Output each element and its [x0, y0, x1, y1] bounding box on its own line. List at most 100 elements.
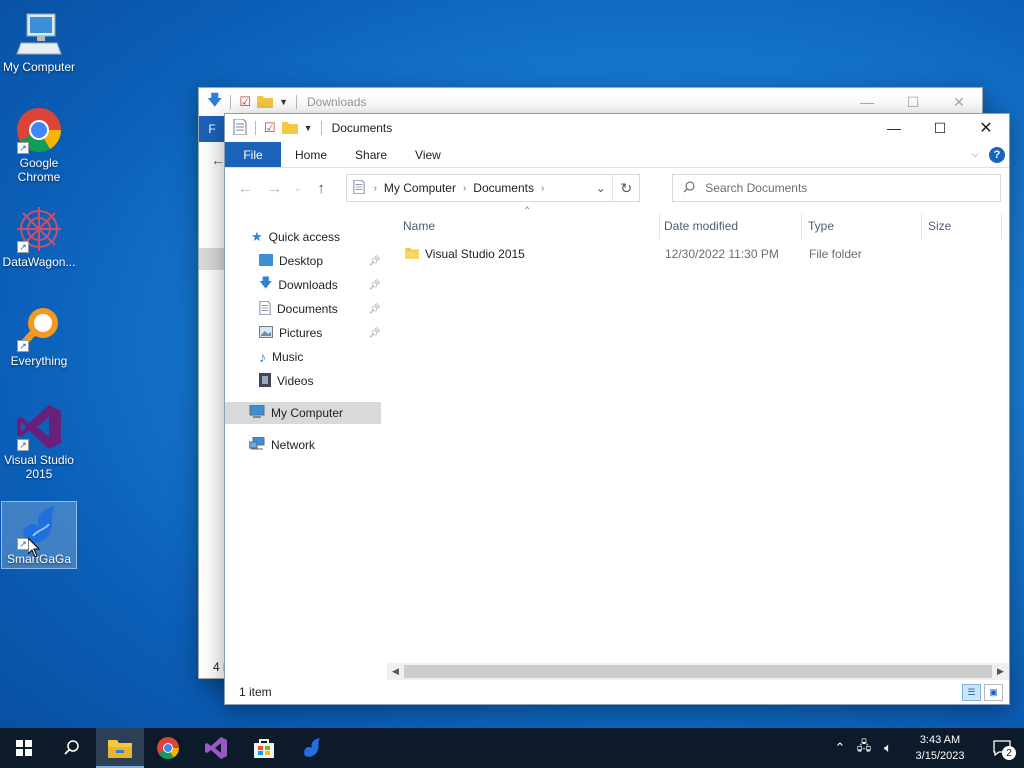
file-tab-fragment[interactable]: F	[199, 116, 225, 142]
file-name: Visual Studio 2015	[425, 247, 525, 261]
desktop-icon-my-computer[interactable]: My Computer	[1, 10, 77, 74]
column-divider[interactable]	[801, 213, 802, 239]
scroll-left-icon[interactable]: ◀	[387, 666, 404, 677]
scrollbar-thumb[interactable]	[404, 665, 992, 678]
tab-file[interactable]: File	[225, 142, 281, 167]
new-folder-icon[interactable]	[281, 120, 298, 137]
search-button[interactable]	[48, 728, 96, 768]
navigation-bar: ← → ⌄ ↑ › My Computer › Documents › ⌄ ↻	[225, 168, 1009, 208]
search-icon	[683, 180, 695, 196]
refresh-icon[interactable]: ↻	[613, 180, 639, 197]
properties-icon[interactable]: ☑	[264, 120, 276, 136]
back-button[interactable]: ←	[233, 176, 258, 200]
taskbar-store[interactable]	[240, 728, 288, 768]
recent-locations-button[interactable]: ⌄	[291, 176, 304, 200]
chrome-icon	[157, 737, 179, 759]
volume-icon[interactable]: 🔈︎	[876, 740, 900, 756]
nav-desktop[interactable]: Desktop 📌︎	[259, 250, 381, 272]
desktop-icon-google-chrome[interactable]: ↗ Google Chrome	[1, 106, 77, 184]
pin-icon[interactable]: 📌︎	[368, 328, 381, 339]
customize-dropdown-icon[interactable]: ▼	[279, 97, 288, 107]
maximize-button[interactable]: ☐	[917, 114, 963, 142]
pin-icon[interactable]: 📌︎	[368, 280, 381, 291]
chevron-up-icon[interactable]: ⌃	[828, 740, 852, 756]
desktop-icon-everything[interactable]: ↗ Everything	[1, 304, 77, 368]
clock-date: 3/15/2023	[915, 750, 965, 762]
search-box[interactable]	[672, 174, 1001, 202]
address-bar[interactable]: › My Computer › Documents › ⌄ ↻	[345, 174, 641, 202]
expand-ribbon-icon[interactable]: ⌵	[971, 149, 979, 160]
search-input[interactable]	[705, 181, 996, 195]
taskbar-visual-studio[interactable]	[192, 728, 240, 768]
details-view-icon[interactable]: ☰	[962, 683, 981, 701]
chevron-right-icon[interactable]: ›	[371, 183, 380, 194]
titlebar[interactable]: ☑ ▼ Documents — ☐ ✕	[225, 114, 1009, 142]
chevron-right-icon[interactable]: ›	[460, 183, 469, 194]
nav-quick-access[interactable]: ★ Quick access	[251, 226, 381, 248]
start-button[interactable]	[0, 728, 48, 768]
column-divider[interactable]	[1001, 213, 1002, 239]
customize-dropdown-icon[interactable]: ▼	[304, 123, 313, 133]
titlebar[interactable]: 🡇 ☑ ▼ Downloads — ☐ ✕	[199, 88, 982, 116]
nav-music[interactable]: ♪ Music	[259, 346, 381, 368]
shortcut-arrow-icon: ↗	[17, 241, 29, 253]
column-header-date-modified[interactable]: Date modified	[664, 213, 799, 239]
windows-icon	[16, 740, 32, 756]
pin-icon[interactable]: 📌︎	[368, 304, 381, 315]
breadcrumb-documents[interactable]: Documents	[469, 181, 538, 195]
clock[interactable]: 3:43 AM 3/15/2023	[900, 732, 980, 764]
tab-home[interactable]: Home	[281, 142, 341, 167]
close-button[interactable]: ✕	[936, 88, 982, 116]
back-arrow-icon[interactable]: ←	[211, 152, 225, 168]
shortcut-arrow-icon: ↗	[17, 142, 29, 154]
music-icon: ♪	[259, 349, 266, 365]
minimize-button[interactable]: —	[871, 114, 917, 142]
mouse-cursor-icon	[27, 536, 41, 561]
help-icon[interactable]: ?	[989, 146, 1005, 163]
tab-view[interactable]: View	[401, 142, 455, 167]
up-button[interactable]: ↑	[309, 176, 334, 200]
column-header-size[interactable]: Size	[928, 213, 998, 239]
column-divider[interactable]	[921, 213, 922, 239]
taskbar-smartgaga[interactable]	[288, 728, 336, 768]
file-explorer-icon	[108, 740, 132, 758]
column-header-type[interactable]: Type	[808, 213, 918, 239]
horizontal-scrollbar[interactable]: ◀ ▶	[387, 663, 1009, 680]
nav-downloads[interactable]: 🡇 Downloads 📌︎	[259, 274, 381, 296]
status-bar: 1 item ☰ ▣	[225, 680, 1009, 704]
scroll-right-icon[interactable]: ▶	[992, 666, 1009, 677]
close-button[interactable]: ✕	[963, 114, 1009, 142]
column-header-name[interactable]: Name	[403, 213, 659, 239]
breadcrumb-my-computer[interactable]: My Computer	[380, 181, 460, 195]
nav-videos[interactable]: Videos	[259, 370, 381, 392]
forward-button[interactable]: →	[262, 176, 287, 200]
desktop-icon-label: DataWagon...	[2, 255, 76, 269]
large-icons-view-icon[interactable]: ▣	[984, 683, 1003, 701]
desktop-icon	[259, 253, 273, 269]
nav-my-computer[interactable]: My Computer	[225, 402, 381, 424]
folder-icon[interactable]	[257, 94, 274, 111]
chevron-right-icon[interactable]: ›	[538, 183, 547, 194]
address-dropdown-icon[interactable]: ⌄	[589, 175, 614, 201]
nav-documents[interactable]: Documents 📌︎	[259, 298, 381, 320]
pin-icon[interactable]: 📌︎	[368, 256, 381, 267]
videos-icon	[259, 372, 271, 390]
system-tray: ⌃ 🖧︎ 🔈︎ 3:43 AM 3/15/2023 2	[828, 728, 1024, 768]
tab-share[interactable]: Share	[341, 142, 401, 167]
desktop-icon-datawagon[interactable]: ↗ DataWagon...	[1, 205, 77, 269]
computer-icon	[15, 10, 63, 58]
action-center-button[interactable]: 2	[980, 728, 1024, 768]
table-row[interactable]: Visual Studio 2015 12/30/2022 11:30 PM F…	[397, 243, 997, 265]
maximize-button[interactable]: ☐	[890, 88, 936, 116]
minimize-button[interactable]: —	[844, 88, 890, 116]
taskbar-file-explorer[interactable]	[96, 728, 144, 768]
desktop-icon-visual-studio[interactable]: ↗ Visual Studio 2015	[1, 403, 77, 481]
properties-icon[interactable]: ☑	[239, 94, 251, 110]
network-icon[interactable]: 🖧︎	[852, 737, 876, 759]
documents-window[interactable]: ☑ ▼ Documents — ☐ ✕ File Home Share View…	[224, 113, 1010, 705]
nav-network[interactable]: Network	[248, 434, 379, 456]
taskbar-chrome[interactable]	[144, 728, 192, 768]
column-divider[interactable]	[659, 213, 660, 239]
network-icon	[248, 436, 265, 454]
nav-pictures[interactable]: Pictures 📌︎	[259, 322, 381, 344]
